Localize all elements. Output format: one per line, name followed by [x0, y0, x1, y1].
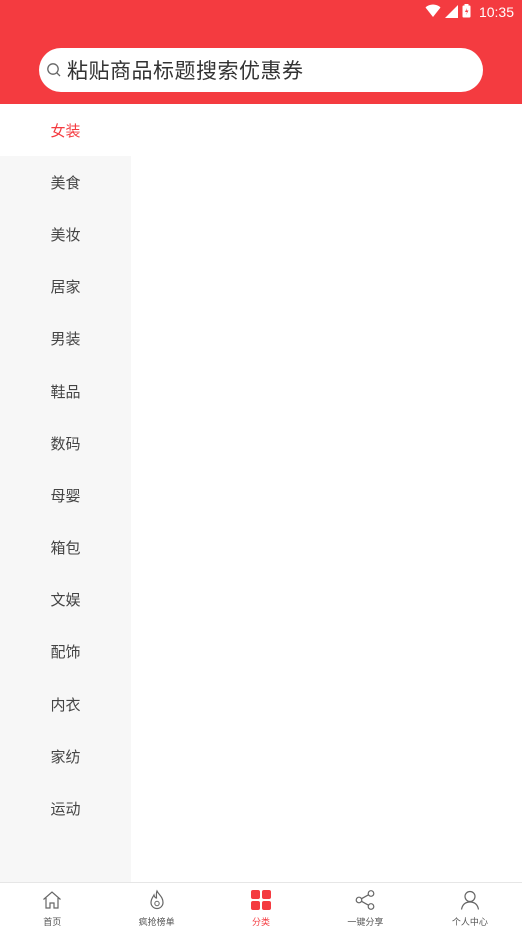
battery-icon — [462, 3, 471, 22]
status-time: 10:35 — [478, 4, 514, 20]
user-icon — [458, 888, 482, 912]
sidebar-item-shoes[interactable]: 鞋品 — [0, 365, 131, 417]
wifi-icon — [425, 3, 441, 22]
search-icon — [45, 61, 63, 79]
tab-home[interactable]: 首页 — [0, 883, 104, 928]
category-content — [131, 104, 522, 882]
search-bar[interactable]: 粘贴商品标题搜索优惠券 — [39, 48, 483, 92]
header: 10:35 粘贴商品标题搜索优惠券 — [0, 0, 522, 104]
flame-icon — [145, 888, 169, 912]
sidebar-item-baby[interactable]: 母婴 — [0, 469, 131, 521]
tab-category[interactable]: 分类 — [209, 883, 313, 928]
tab-hot-list[interactable]: 疯抢榜单 — [104, 883, 208, 928]
tab-label: 首页 — [43, 918, 62, 928]
home-icon — [40, 888, 64, 912]
sidebar-item-bags[interactable]: 箱包 — [0, 522, 131, 574]
sidebar-item-textiles[interactable]: 家纺 — [0, 730, 131, 782]
tab-label: 疯抢榜单 — [138, 918, 175, 928]
sidebar-item-sports[interactable]: 运动 — [0, 782, 131, 834]
signal-icon — [444, 3, 458, 22]
sidebar-item-accessories[interactable]: 配饰 — [0, 626, 131, 678]
sidebar-item-women[interactable]: 女装 — [0, 104, 131, 157]
sidebar-item-beauty[interactable]: 美妆 — [0, 208, 131, 260]
sidebar-item-men[interactable]: 男装 — [0, 313, 131, 365]
sidebar-item-entertainment[interactable]: 文娱 — [0, 574, 131, 626]
sidebar-item-home[interactable]: 居家 — [0, 261, 131, 313]
sidebar-item-digital[interactable]: 数码 — [0, 417, 131, 469]
bottom-tabbar: 首页 疯抢榜单 分类 一键分享 个人中心 — [0, 882, 522, 928]
share-icon — [353, 888, 377, 912]
tab-label: 分类 — [252, 918, 271, 928]
tab-label: 一键分享 — [347, 918, 384, 928]
status-bar: 10:35 — [0, 0, 522, 24]
sidebar-item-underwear[interactable]: 内衣 — [0, 678, 131, 730]
search-placeholder: 粘贴商品标题搜索优惠券 — [67, 59, 304, 83]
tab-label: 个人中心 — [451, 918, 488, 928]
category-sidebar: 女装 美食 美妆 居家 男装 鞋品 数码 母婴 箱包 文娱 配饰 内衣 家纺 运… — [0, 104, 131, 882]
tab-profile[interactable]: 个人中心 — [418, 883, 522, 928]
grid-icon — [249, 888, 273, 912]
sidebar-item-food[interactable]: 美食 — [0, 156, 131, 208]
tab-share[interactable]: 一键分享 — [313, 883, 417, 928]
